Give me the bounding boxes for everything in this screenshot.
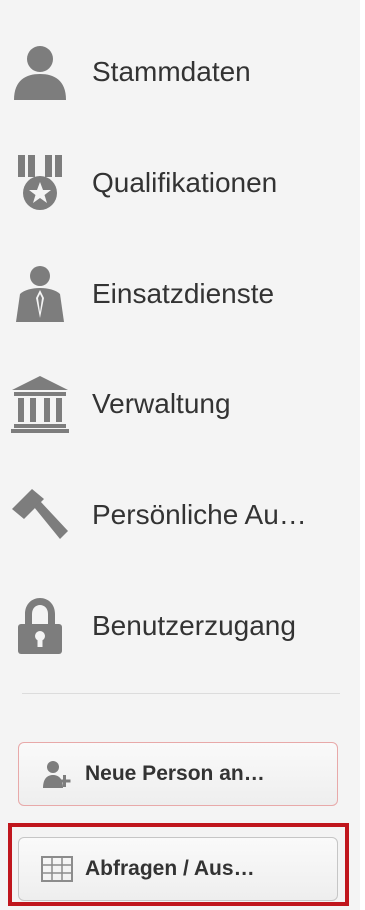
query-export-button[interactable]: Abfragen / Aus… (18, 837, 338, 901)
add-user-icon (37, 754, 77, 794)
sidebar-item-label: Persönliche Au… (92, 499, 307, 530)
sidebar: Stammdaten Qualifikationen Einsatzdienst (0, 0, 360, 910)
sidebar-item-label: Stammdaten (92, 56, 251, 87)
sidebar-item-persoenliche-ausstattung[interactable]: Persönliche Au… (0, 465, 360, 565)
sidebar-item-label: Verwaltung (92, 388, 231, 419)
divider (22, 693, 340, 694)
lock-icon (6, 592, 74, 660)
hammer-icon (6, 481, 74, 549)
sidebar-item-einsatzdienste[interactable]: Einsatzdienste (0, 244, 360, 344)
medal-icon (6, 149, 74, 217)
institution-icon (6, 370, 74, 438)
sidebar-item-benutzerzugang[interactable]: Benutzerzugang (0, 576, 360, 676)
sidebar-item-qualifikationen[interactable]: Qualifikationen (0, 133, 360, 233)
query-export-label: Abfragen / Aus… (85, 857, 255, 880)
user-icon (6, 38, 74, 106)
sidebar-item-label: Einsatzdienste (92, 278, 275, 309)
sidebar-item-label: Benutzerzugang (92, 610, 296, 641)
sidebar-item-stammdaten[interactable]: Stammdaten (0, 22, 360, 122)
service-person-icon (6, 260, 74, 328)
new-person-label: Neue Person an… (85, 762, 265, 785)
sidebar-item-label: Qualifikationen (92, 167, 278, 198)
new-person-button[interactable]: Neue Person an… (18, 742, 338, 806)
sidebar-item-verwaltung[interactable]: Verwaltung (0, 354, 360, 454)
table-icon (37, 849, 77, 889)
